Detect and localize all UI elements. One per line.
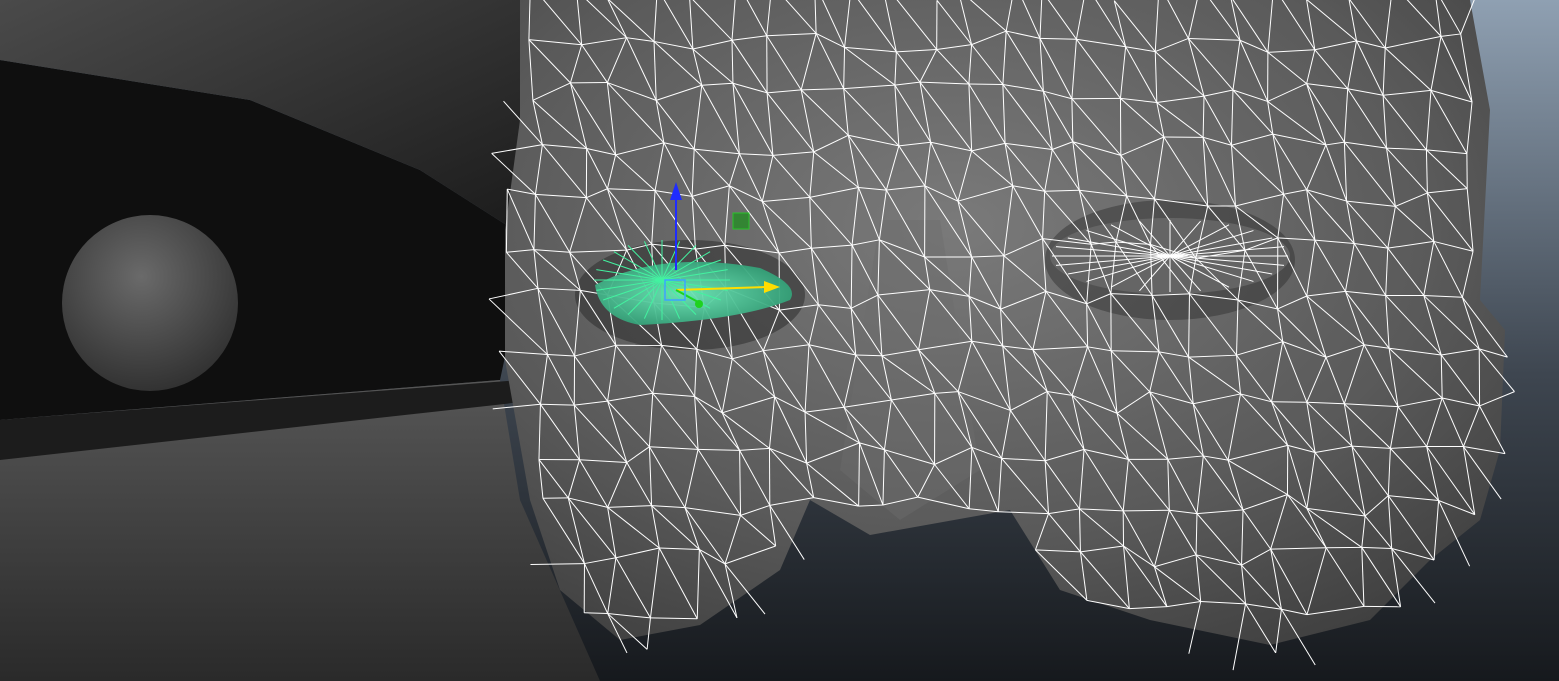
viewport-canvas[interactable] [0,0,1559,681]
plane-handle [732,212,750,230]
eye-wireframe [594,240,730,320]
z-handle-icon [695,300,703,308]
mesh-edge [1123,509,1170,512]
pupil-sphere[interactable] [62,215,238,391]
3d-viewport[interactable] [0,0,1559,681]
